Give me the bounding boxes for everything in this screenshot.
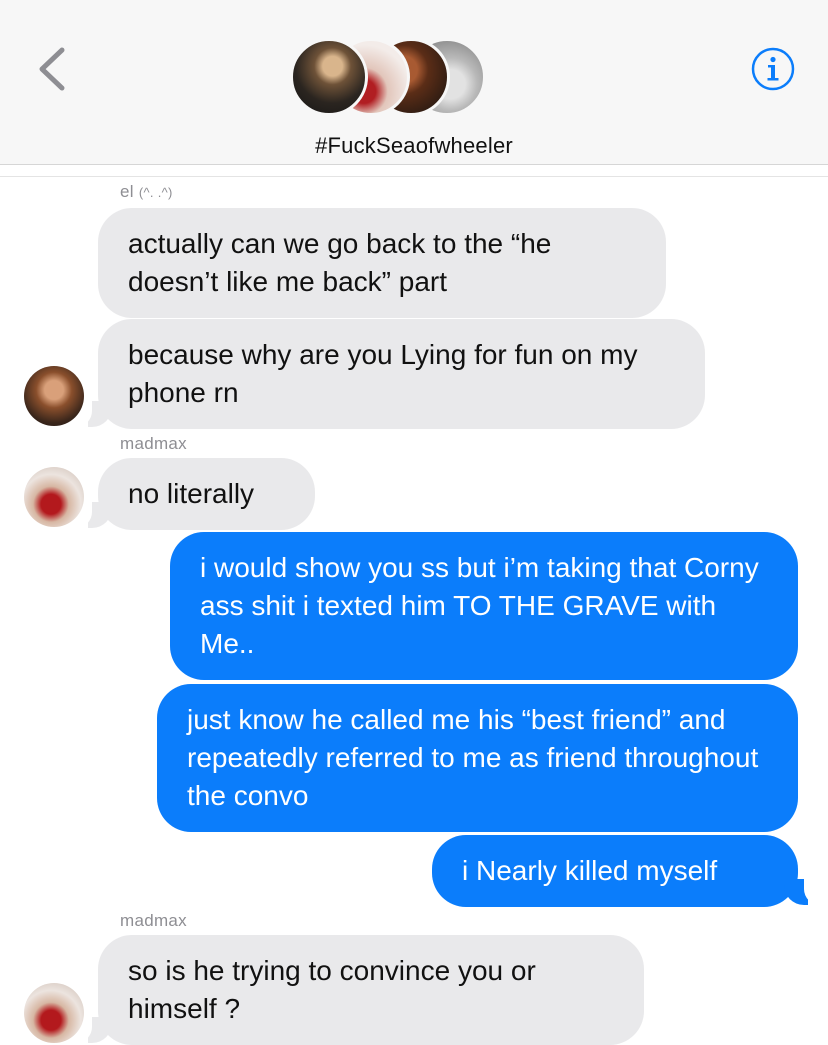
bubble-tail [74,399,112,427]
outgoing-message-bubble[interactable]: i would show you ss but i’m taking that … [170,532,798,680]
chevron-left-icon [39,47,65,91]
incoming-message-bubble[interactable]: no literally [98,458,315,530]
avatar [290,38,368,116]
message-text: no literally [128,478,255,509]
incoming-message-bubble[interactable]: because why are you Lying for fun on my … [98,319,705,429]
message-text: i Nearly killed myself [462,855,718,886]
bubble-tail [74,1015,112,1043]
info-icon [751,47,795,91]
group-title[interactable]: #FuckSeaofwheeler [0,133,828,159]
bubble-tail [784,877,822,905]
header-divider [0,176,828,177]
sender-label: el (^. .^) [120,182,173,202]
message-text: so is he trying to convince you or himse… [128,955,536,1024]
message-text: actually can we go back to the “he doesn… [128,228,552,297]
avatar[interactable] [24,467,84,527]
bubble-tail [74,500,112,528]
sender-label: madmax [120,434,187,453]
group-avatars[interactable] [290,38,486,120]
sender-name: el [120,182,134,201]
message-text: just know he called me his “best friend”… [187,704,759,811]
message-text: because why are you Lying for fun on my … [128,339,638,408]
back-button[interactable] [32,44,76,94]
conversation-header: #FuckSeaofwheeler [0,0,828,165]
sender-emoticon: (^. .^) [138,185,173,200]
avatar[interactable] [24,983,84,1043]
message-text: i would show you ss but i’m taking that … [200,552,759,659]
avatar[interactable] [24,366,84,426]
incoming-message-bubble[interactable]: actually can we go back to the “he doesn… [98,208,666,318]
outgoing-message-bubble[interactable]: just know he called me his “best friend”… [157,684,798,832]
incoming-message-bubble[interactable]: so is he trying to convince you or himse… [98,935,644,1045]
outgoing-message-bubble[interactable]: i Nearly killed myself [432,835,798,907]
sender-label: madmax [120,911,187,930]
info-button[interactable] [750,46,796,92]
